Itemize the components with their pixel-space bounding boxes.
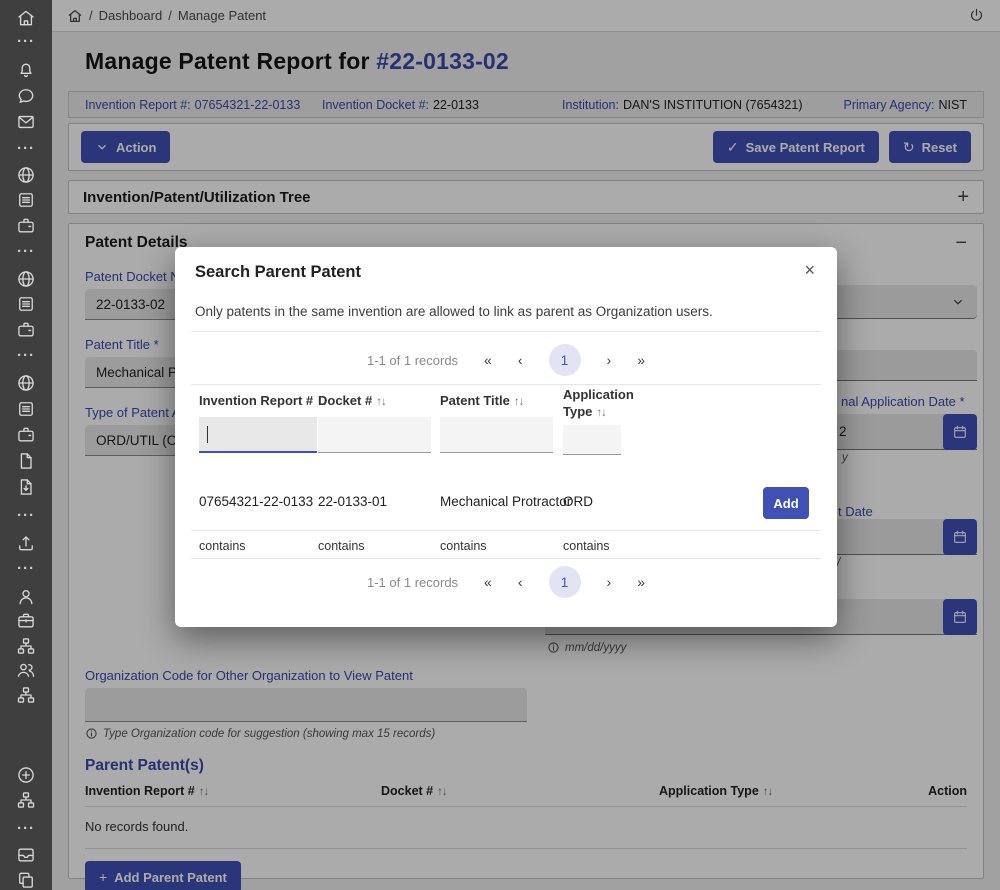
- file-icon[interactable]: [16, 451, 36, 471]
- user-icon[interactable]: [16, 587, 36, 607]
- prev-page-icon[interactable]: ‹: [518, 574, 523, 590]
- filter-patent-title-input[interactable]: [440, 417, 553, 453]
- text-cursor: [207, 426, 208, 443]
- next-page-icon[interactable]: ›: [607, 352, 612, 368]
- add-circle-icon[interactable]: [16, 765, 36, 785]
- pagination-bottom: 1-1 of 1 records « ‹ 1 › »: [175, 565, 837, 599]
- more-icon: ···: [14, 145, 38, 153]
- form-icon[interactable]: [16, 190, 36, 210]
- sort-icon: ↑↓: [376, 396, 386, 408]
- next-page-icon[interactable]: ›: [607, 574, 612, 590]
- briefcase-icon[interactable]: [16, 320, 36, 340]
- cell-invention-report: 07654321-22-0133: [199, 494, 313, 509]
- globe-icon[interactable]: [16, 269, 36, 289]
- form-icon[interactable]: [16, 399, 36, 419]
- current-page-button[interactable]: 1: [549, 344, 581, 376]
- column-docket[interactable]: Docket #↑↓: [318, 393, 386, 408]
- briefcase-icon[interactable]: [16, 425, 36, 445]
- filter-docket-input[interactable]: [318, 417, 431, 453]
- org-chart-icon[interactable]: [16, 790, 36, 810]
- first-page-icon[interactable]: «: [484, 574, 492, 590]
- mail-icon[interactable]: [16, 112, 36, 132]
- app-window: ··· ··· ··· ··· ··· ··· ···: [0, 0, 1000, 890]
- pagination-top: 1-1 of 1 records « ‹ 1 › »: [175, 343, 837, 377]
- filter-operator: contains: [563, 539, 610, 553]
- modal-title: Search Parent Patent: [195, 263, 361, 282]
- add-row-button[interactable]: Add: [763, 487, 809, 519]
- last-page-icon[interactable]: »: [637, 352, 645, 368]
- copy-icon[interactable]: [16, 870, 36, 890]
- filter-operator: contains: [318, 539, 365, 553]
- column-application-type[interactable]: Application Type↑↓: [563, 387, 657, 421]
- column-patent-title[interactable]: Patent Title↑↓: [440, 393, 523, 408]
- first-page-icon[interactable]: «: [484, 352, 492, 368]
- more-icon: ···: [14, 352, 38, 360]
- globe-icon[interactable]: [16, 373, 36, 393]
- divider: [191, 558, 821, 559]
- briefcase-icon[interactable]: [16, 611, 36, 631]
- last-page-icon[interactable]: »: [637, 574, 645, 590]
- users-icon[interactable]: [16, 660, 36, 680]
- divider: [191, 530, 821, 531]
- pagination-summary: 1-1 of 1 records: [367, 575, 458, 590]
- search-parent-patent-modal: Search Parent Patent × Only patents in t…: [175, 247, 837, 627]
- sort-icon: ↑↓: [514, 396, 524, 408]
- modal-subtitle: Only patents in the same invention are a…: [195, 304, 713, 319]
- more-icon: ···: [14, 38, 38, 46]
- org-chart-icon[interactable]: [16, 685, 36, 705]
- globe-icon[interactable]: [16, 165, 36, 185]
- chat-icon[interactable]: [16, 86, 36, 106]
- form-icon[interactable]: [16, 294, 36, 314]
- column-invention-report[interactable]: Invention Report #↑↓: [199, 393, 327, 408]
- file-export-icon[interactable]: [16, 477, 36, 497]
- more-icon: ···: [14, 512, 38, 520]
- sidebar: ··· ··· ··· ··· ··· ··· ···: [0, 0, 52, 890]
- upload-icon[interactable]: [16, 533, 36, 553]
- cell-docket: 22-0133-01: [318, 494, 387, 509]
- pagination-summary: 1-1 of 1 records: [367, 353, 458, 368]
- more-icon: ···: [14, 825, 38, 833]
- cell-application-type: ORD: [563, 494, 593, 509]
- more-icon: ···: [14, 248, 38, 256]
- filter-operator: contains: [199, 539, 246, 553]
- notifications-bell-icon[interactable]: [16, 60, 36, 80]
- sort-icon: ↑↓: [596, 407, 606, 419]
- more-icon: ···: [14, 565, 38, 573]
- home-icon[interactable]: [16, 8, 36, 28]
- close-icon[interactable]: ×: [804, 261, 815, 279]
- divider: [191, 331, 821, 332]
- inbox-icon[interactable]: [16, 845, 36, 865]
- filter-application-type-input[interactable]: [563, 425, 621, 455]
- cell-patent-title: Mechanical Protractor: [440, 494, 571, 509]
- divider: [191, 384, 821, 385]
- filter-invention-report-input[interactable]: [199, 417, 317, 453]
- filter-operator: contains: [440, 539, 487, 553]
- prev-page-icon[interactable]: ‹: [518, 352, 523, 368]
- current-page-button[interactable]: 1: [549, 566, 581, 598]
- briefcase-icon[interactable]: [16, 216, 36, 236]
- org-chart-icon[interactable]: [16, 636, 36, 656]
